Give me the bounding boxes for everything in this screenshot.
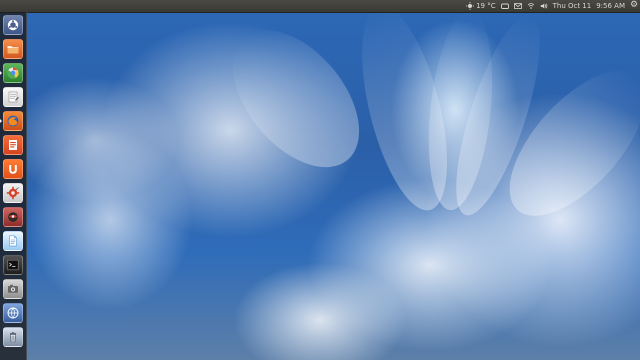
- ubuntu-software-icon: [4, 160, 22, 178]
- office-icon: [4, 136, 22, 154]
- chromium-icon: [4, 64, 22, 82]
- launcher-item-office[interactable]: [3, 135, 23, 155]
- terminal-icon: [4, 256, 22, 274]
- launcher-item-network-tools[interactable]: [3, 303, 23, 323]
- launcher: [0, 12, 27, 360]
- wifi-icon[interactable]: [527, 2, 535, 10]
- weather-indicator[interactable]: 19 °C: [466, 0, 496, 12]
- document-icon: [4, 232, 22, 250]
- settings-icon: [4, 184, 22, 202]
- launcher-item-chromium[interactable]: [3, 63, 23, 83]
- running-indicator: [0, 70, 2, 76]
- network-tools-icon: [4, 304, 22, 322]
- launcher-item-dash-home[interactable]: [3, 15, 23, 35]
- launcher-item-firefox[interactable]: [3, 111, 23, 131]
- camera-icon: [4, 280, 22, 298]
- mail-icon[interactable]: [513, 2, 522, 10]
- launcher-item-document-viewer[interactable]: [3, 231, 23, 251]
- light-ray: [208, 6, 384, 191]
- launcher-item-text-editor[interactable]: [3, 87, 23, 107]
- date-label[interactable]: Thu Oct 11: [553, 0, 592, 12]
- dash-home-icon: [4, 16, 22, 34]
- weather-text: 19 °C: [476, 2, 496, 10]
- running-indicator: [0, 118, 2, 124]
- cloud-icon[interactable]: [500, 2, 509, 10]
- launcher-item-terminal[interactable]: [3, 255, 23, 275]
- launcher-item-files[interactable]: [3, 39, 23, 59]
- text-editor-icon: [4, 88, 22, 106]
- system-tray: 19 °C Thu Oct 11 9:56 AM: [466, 0, 640, 12]
- top-panel: 19 °C Thu Oct 11 9:56 AM: [0, 0, 640, 13]
- launcher-item-ubuntu-software[interactable]: [3, 159, 23, 179]
- launcher-item-camera[interactable]: [3, 279, 23, 299]
- time-label[interactable]: 9:56 AM: [596, 0, 625, 12]
- volume-icon[interactable]: [540, 2, 548, 10]
- launcher-item-trash[interactable]: [3, 327, 23, 347]
- trash-icon: [4, 328, 22, 346]
- helper-icon: [4, 208, 22, 226]
- launcher-item-browser-helper[interactable]: [3, 207, 23, 227]
- launcher-item-system-settings[interactable]: [3, 183, 23, 203]
- gear-icon[interactable]: [630, 0, 638, 10]
- folder-icon: [4, 40, 22, 58]
- sun-icon: [466, 2, 475, 10]
- desktop-wallpaper: [0, 0, 640, 360]
- firefox-icon: [4, 112, 22, 130]
